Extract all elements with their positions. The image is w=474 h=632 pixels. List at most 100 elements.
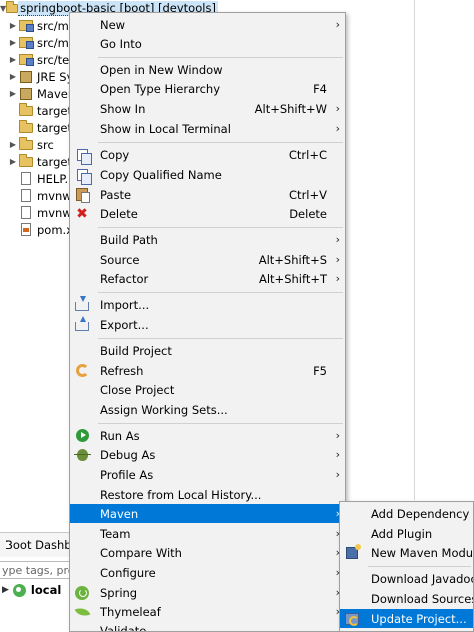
menu-item-thymeleaf[interactable]: Thymeleaf › — [70, 602, 345, 621]
menu-item-delete[interactable]: ✖ Delete Delete — [70, 204, 345, 223]
menu-item-label: Export... — [100, 317, 149, 332]
menu-item-shortcut: Ctrl+C — [288, 147, 327, 162]
expand-icon[interactable]: ▶ — [8, 89, 18, 98]
menu-item-label: Copy — [100, 147, 130, 162]
menu-item-new[interactable]: New › — [70, 15, 345, 34]
menu-separator — [98, 227, 343, 228]
tree-item-label: JRE Sy — [37, 69, 74, 84]
tree-item[interactable]: ▶ Maven — [8, 85, 75, 102]
expand-icon[interactable]: ▶ — [8, 55, 18, 64]
tree-item-label: mvnw — [37, 188, 72, 203]
folder-icon — [18, 153, 34, 169]
expand-icon[interactable]: ▶ — [8, 38, 18, 47]
menu-item-open-type-hierarchy[interactable]: Open Type Hierarchy F4 — [70, 79, 345, 98]
submenu-arrow-icon: › — [335, 122, 340, 135]
menu-item-label: Refactor — [100, 271, 149, 286]
menu-item-debug-as[interactable]: Debug As › — [70, 445, 345, 464]
menu-item-shortcut: Alt+Shift+T — [258, 271, 327, 286]
refresh-icon — [74, 363, 90, 378]
menu-item-validate[interactable]: Validate — [70, 621, 345, 632]
paste-icon — [74, 187, 90, 203]
menu-item-export[interactable]: Export... — [70, 315, 345, 334]
tree-item[interactable]: ▶ src/ma — [8, 34, 76, 51]
submenu-arrow-icon: › — [335, 253, 340, 266]
menu-item-label: New Maven Module — [371, 545, 474, 560]
tree-item[interactable]: ▶ pom.x — [8, 221, 73, 238]
tree-item[interactable]: ▶ src/ma — [8, 17, 76, 34]
menu-item-source[interactable]: Source Alt+Shift+S › — [70, 250, 345, 269]
tree-item[interactable]: ▶ mvnw — [8, 204, 72, 221]
menu-item-update-project[interactable]: Update Project... — [340, 609, 473, 628]
expand-icon[interactable]: ▶ — [8, 157, 18, 166]
submenu-arrow-icon: › — [335, 18, 340, 31]
folder-icon — [18, 102, 34, 118]
menu-item-label: Compare With — [100, 545, 182, 560]
menu-item-open-in-new-window[interactable]: Open in New Window — [70, 60, 345, 79]
menu-item-label: Build Project — [100, 343, 172, 358]
menu-separator — [98, 292, 343, 293]
tag-filter-placeholder: ype tags, proje — [2, 563, 71, 577]
tree-item[interactable]: ▶ JRE Sy — [8, 68, 74, 85]
menu-item-label: Open Type Hierarchy — [100, 81, 221, 96]
menu-item-new-maven-module[interactable]: New Maven Module — [340, 543, 473, 562]
menu-item-profile-as[interactable]: Profile As › — [70, 465, 345, 484]
menu-item-close-project[interactable]: Close Project — [70, 380, 345, 399]
tree-item[interactable]: ▶ HELP.n — [8, 170, 75, 187]
tree-item[interactable]: ▶ target/ — [8, 102, 76, 119]
tag-filter-input[interactable]: ype tags, proje — [0, 561, 72, 579]
menu-item-team[interactable]: Team › — [70, 524, 345, 543]
boot-dashboard-tab[interactable]: Boot Dashbo — [0, 533, 72, 557]
tree-item-label: target — [37, 154, 72, 169]
menu-item-maven[interactable]: Maven › — [70, 504, 345, 523]
menu-item-download-javadoc[interactable]: Download Javadoc — [340, 569, 473, 588]
menu-item-configure[interactable]: Configure › — [70, 563, 345, 582]
source-folder-icon — [18, 19, 34, 33]
menu-item-show-in[interactable]: Show In Alt+Shift+W › — [70, 99, 345, 118]
xml-file-icon — [18, 223, 34, 237]
menu-separator — [368, 566, 471, 567]
local-target-row[interactable]: ▶ local — [0, 579, 72, 601]
menu-item-label: Download Javadoc — [371, 571, 474, 586]
menu-item-go-into[interactable]: Go Into — [70, 34, 345, 53]
menu-item-shortcut: F4 — [313, 81, 327, 96]
expand-icon[interactable]: ▶ — [8, 140, 18, 149]
menu-item-shortcut: Alt+Shift+W — [254, 101, 327, 116]
menu-item-refresh[interactable]: Refresh F5 — [70, 361, 345, 380]
tree-item[interactable]: ▶ src/tes — [8, 51, 75, 68]
menu-item-add-dependency[interactable]: Add Dependency — [340, 504, 473, 523]
menu-item-import[interactable]: Import... — [70, 295, 345, 314]
menu-item-paste[interactable]: Paste Ctrl+V — [70, 185, 345, 204]
menu-item-refactor[interactable]: Refactor Alt+Shift+T › — [70, 269, 345, 288]
expand-icon[interactable]: ▶ — [2, 585, 9, 595]
project-icon — [6, 0, 19, 13]
menu-item-label: Show In — [100, 101, 146, 116]
menu-item-show-in-local-terminal[interactable]: Show in Local Terminal › — [70, 119, 345, 138]
boot-dashboard: Boot Dashbo ype tags, proje ▶ local — [0, 532, 72, 632]
menu-item-label: Profile As — [100, 467, 154, 482]
maven-submenu: Add Dependency Add Plugin New Maven Modu… — [339, 501, 474, 632]
expand-icon[interactable]: ▶ — [8, 72, 18, 81]
menu-item-copy-qualified-name[interactable]: Copy Qualified Name — [70, 165, 345, 185]
menu-item-spring[interactable]: Spring › — [70, 583, 345, 602]
menu-item-build-path[interactable]: Build Path › — [70, 230, 345, 249]
menu-item-label: Refresh — [100, 363, 144, 378]
tree-item[interactable]: ▶ target/ — [8, 119, 76, 136]
expand-icon[interactable]: ▶ — [8, 21, 18, 30]
menu-item-restore-from-local-history[interactable]: Restore from Local History... — [70, 485, 345, 504]
tree-item[interactable]: ▶ mvnw — [8, 187, 72, 204]
menu-item-download-sources[interactable]: Download Sources — [340, 589, 473, 608]
menu-item-compare-with[interactable]: Compare With › — [70, 543, 345, 562]
folder-icon — [18, 119, 34, 135]
menu-item-add-plugin[interactable]: Add Plugin — [340, 524, 473, 543]
menu-item-label: Restore from Local History... — [100, 487, 262, 502]
tree-item[interactable]: ▶ target — [8, 153, 72, 170]
submenu-arrow-icon: › — [335, 448, 340, 461]
menu-item-build-project[interactable]: Build Project — [70, 341, 345, 360]
submenu-arrow-icon: › — [335, 102, 340, 115]
run-icon — [74, 428, 90, 443]
menu-item-label: Open in New Window — [100, 62, 223, 77]
menu-item-assign-working-sets[interactable]: Assign Working Sets... — [70, 400, 345, 419]
tree-item[interactable]: ▶ src — [8, 136, 54, 153]
menu-item-run-as[interactable]: Run As › — [70, 426, 345, 445]
menu-item-copy[interactable]: Copy Ctrl+C — [70, 145, 345, 165]
